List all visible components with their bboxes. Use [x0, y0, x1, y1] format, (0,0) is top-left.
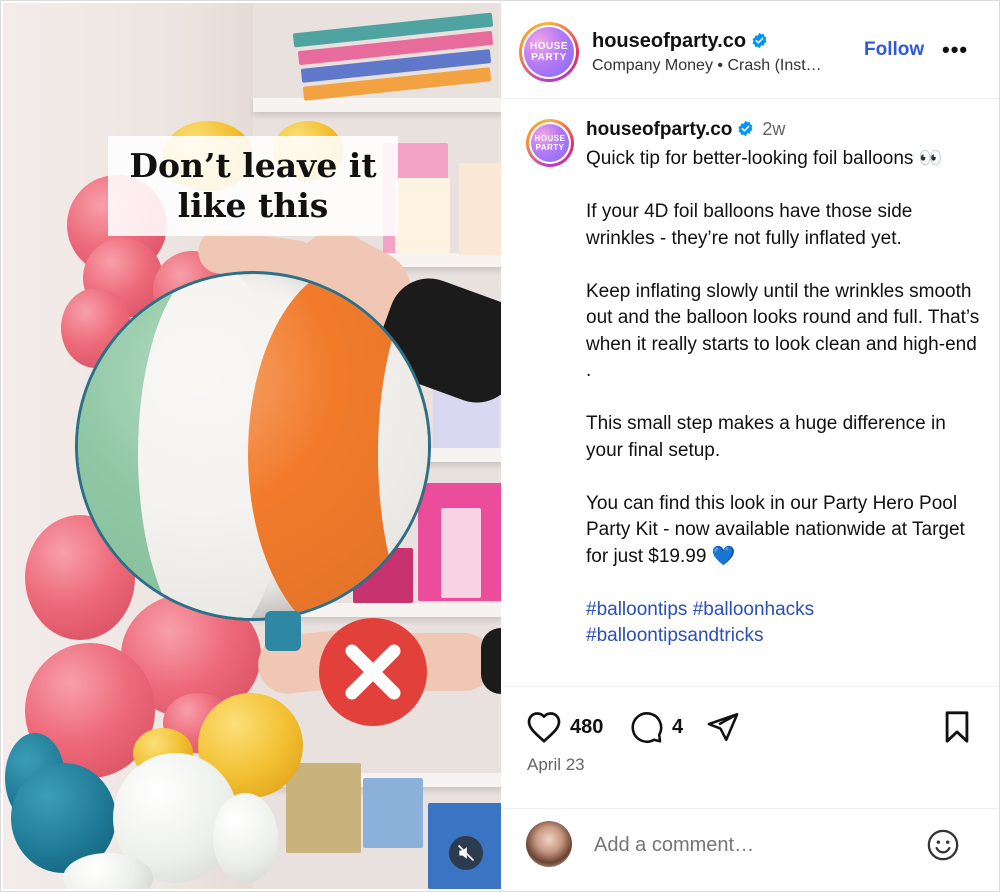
bookmark-icon[interactable] — [942, 710, 972, 744]
account-avatar[interactable]: HOUSE PARTY — [519, 22, 579, 82]
emoji-icon[interactable] — [926, 828, 960, 862]
video-text-overlay: Don’t leave it like this — [108, 136, 398, 236]
post-details-panel: HOUSE PARTY houseofparty.co Company Mone… — [502, 3, 999, 889]
account-name-row: houseofparty.co — [592, 30, 768, 53]
comment-count[interactable]: 4 — [672, 716, 683, 739]
comment-group: 4 — [630, 709, 683, 745]
post-dialog: Don’t leave it like this HOUSE PARTY hou… — [0, 0, 1000, 892]
comment-icon[interactable] — [630, 710, 664, 744]
caption-line: You can find this look in our Party Hero… — [586, 492, 965, 567]
action-bar: 480 4 — [526, 709, 986, 749]
account-name-link[interactable]: houseofparty.co — [592, 30, 746, 52]
hashtag-links[interactable]: #balloontips #balloonhacks #balloontipsa… — [586, 597, 986, 650]
share-group — [706, 709, 740, 745]
post-time[interactable]: 2w — [762, 119, 785, 139]
mute-icon[interactable] — [449, 836, 483, 870]
comment-composer — [502, 808, 999, 888]
caption-section: HOUSE PARTY houseofparty.co 2w Quick tip… — [502, 99, 999, 687]
caption-author-link[interactable]: houseofparty.co — [586, 119, 732, 140]
more-options-button[interactable]: ••• — [942, 37, 968, 63]
save-group — [942, 709, 972, 745]
caption-line: This small step makes a huge difference … — [586, 413, 946, 461]
caption-text: Quick tip for better-looking foil balloo… — [586, 146, 986, 676]
balloon-valve — [265, 611, 301, 651]
audio-attribution-link[interactable]: Company Money • Crash (Inst… — [592, 57, 862, 75]
follow-button[interactable]: Follow — [864, 39, 924, 61]
like-count[interactable]: 480 — [570, 716, 603, 739]
current-user-avatar — [526, 821, 572, 867]
x-mark-icon — [319, 618, 427, 726]
heart-icon[interactable] — [526, 710, 562, 744]
caption-line: Keep inflating slowly until the wrinkles… — [586, 280, 980, 382]
verified-badge-icon — [738, 120, 753, 137]
foil-beach-ball-balloon — [75, 271, 431, 621]
comment-input[interactable] — [594, 834, 894, 857]
like-group: 480 — [526, 709, 603, 745]
caption-line: Quick tip for better-looking foil balloo… — [586, 148, 943, 169]
caption-author-row: houseofparty.co 2w — [586, 119, 785, 141]
caption-line: If your 4D foil balloons have those side… — [586, 201, 913, 249]
share-icon[interactable] — [706, 710, 740, 744]
caption-avatar[interactable]: HOUSE PARTY — [526, 119, 574, 167]
post-date[interactable]: April 23 — [527, 755, 585, 775]
post-header: HOUSE PARTY houseofparty.co Company Mone… — [502, 3, 999, 99]
verified-badge-icon — [752, 32, 767, 49]
post-media-video[interactable]: Don’t leave it like this — [3, 3, 501, 889]
